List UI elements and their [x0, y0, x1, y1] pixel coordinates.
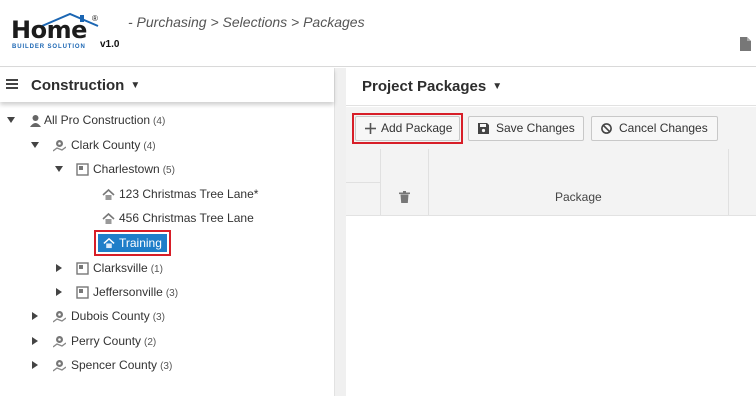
- collapsed-caret-icon[interactable]: [55, 288, 63, 296]
- tree-node-count: (4): [153, 116, 166, 127]
- tree-node-spencer-county[interactable]: Spencer County (3): [0, 355, 200, 375]
- document-icon[interactable]: [740, 37, 751, 51]
- add-package-button[interactable]: Add Package: [355, 116, 460, 141]
- tree-node-count: (3): [152, 312, 165, 323]
- map-pin-icon: [53, 311, 66, 323]
- collapsed-caret-icon[interactable]: [55, 264, 63, 272]
- house-icon: [103, 237, 115, 249]
- tree-node-count: (1): [150, 264, 163, 275]
- tree-node-training[interactable]: Training: [98, 234, 167, 252]
- save-icon: [478, 123, 489, 134]
- grid-header-package[interactable]: Package: [428, 149, 728, 215]
- add-package-label: Add Package: [381, 121, 453, 135]
- subdivision-icon: [76, 262, 89, 275]
- project-packages-title: Project Packages: [362, 78, 487, 95]
- packages-toolbar: Add Package Save Changes Cancel Changes: [346, 107, 756, 149]
- construction-panel: Construction ▼ All Pro Construction (4) Cl…: [0, 68, 334, 396]
- grid-header-extra: [728, 149, 756, 215]
- tree-node-label: 456 Christmas Tree Lane: [119, 211, 254, 225]
- tree-node-all-pro-construction[interactable]: All Pro Construction (4): [0, 110, 200, 130]
- tree-node-jeffersonville[interactable]: Jeffersonville (3): [0, 282, 200, 302]
- subdivision-icon: [76, 163, 89, 176]
- tree-node-clarksville[interactable]: Clarksville (1): [0, 258, 200, 278]
- cancel-changes-label: Cancel Changes: [619, 121, 708, 135]
- expanded-caret-icon[interactable]: [55, 165, 63, 173]
- map-pin-icon: [53, 140, 66, 152]
- collapsed-caret-icon[interactable]: [31, 361, 39, 369]
- tree-node-count: (2): [144, 337, 157, 348]
- home-builder-logo[interactable]: Home ® BUILDER SOLUTION v1.0: [10, 12, 122, 54]
- plus-icon: [365, 123, 376, 134]
- chevron-down-icon: ▼: [492, 81, 503, 92]
- panel-splitter[interactable]: [334, 68, 346, 396]
- logo-word: Home: [11, 16, 87, 44]
- tree-node-clark-county[interactable]: Clark County (4): [0, 135, 200, 155]
- packages-grid-header: Package: [346, 149, 756, 248]
- tree-node-label: 123 Christmas Tree Lane*: [119, 187, 259, 201]
- house-icon: [102, 188, 115, 200]
- tree-node-count: (4): [143, 141, 156, 152]
- chevron-down-icon: ▼: [130, 80, 141, 91]
- tree-node-123-christmas-tree-lane[interactable]: 123 Christmas Tree Lane*: [0, 184, 260, 204]
- tree-node-label: Perry County: [71, 334, 142, 348]
- collapsed-caret-icon[interactable]: [31, 312, 39, 320]
- project-packages-header: Project Packages ▼: [346, 68, 756, 106]
- cancel-icon: [601, 123, 612, 134]
- tree-node-count: (5): [162, 165, 175, 176]
- app-version: v1.0: [100, 39, 120, 50]
- cancel-changes-button[interactable]: Cancel Changes: [591, 116, 718, 141]
- grid-corner-cell: [346, 182, 380, 215]
- save-changes-button[interactable]: Save Changes: [468, 116, 584, 141]
- tree-node-label: Clark County: [71, 138, 141, 152]
- person-icon: [30, 115, 41, 127]
- map-pin-icon: [53, 360, 66, 372]
- app-header: Home ® BUILDER SOLUTION v1.0 - Purchasin…: [0, 0, 756, 67]
- tree-node-dubois-county[interactable]: Dubois County (3): [0, 306, 200, 326]
- tree-node-label: Jeffersonville: [93, 285, 163, 299]
- tree-node-label: Dubois County: [71, 309, 150, 323]
- tree-node-perry-county[interactable]: Perry County (2): [0, 331, 200, 351]
- map-pin-icon: [53, 336, 66, 348]
- grid-empty-row: [346, 215, 756, 248]
- subdivision-icon: [76, 286, 89, 299]
- tree-node-label: Training: [119, 236, 162, 250]
- highlight-box: Training: [94, 230, 171, 256]
- save-changes-label: Save Changes: [496, 121, 575, 135]
- tree-node-count: (3): [160, 361, 173, 372]
- tree-node-label: All Pro Construction: [44, 113, 151, 127]
- grid-header-delete: [380, 149, 428, 215]
- collapsed-caret-icon[interactable]: [31, 337, 39, 345]
- logo-registered: ®: [92, 14, 98, 23]
- house-icon: [102, 212, 115, 224]
- project-packages-dropdown[interactable]: Project Packages ▼: [362, 78, 502, 95]
- construction-panel-header: Construction ▼: [0, 68, 334, 102]
- tree-node-label: Charlestown: [93, 162, 160, 176]
- expanded-caret-icon[interactable]: [31, 141, 39, 149]
- construction-title: Construction: [31, 77, 125, 94]
- tree-node-label: Clarksville: [93, 261, 148, 275]
- tree-node-456-christmas-tree-lane[interactable]: 456 Christmas Tree Lane: [0, 208, 260, 228]
- trash-icon[interactable]: [399, 191, 410, 203]
- hamburger-menu-icon[interactable]: [6, 77, 19, 91]
- package-column-label: Package: [555, 190, 602, 204]
- breadcrumb: - Purchasing > Selections > Packages: [128, 14, 365, 30]
- tree-node-charlestown[interactable]: Charlestown (5): [0, 159, 200, 179]
- project-packages-panel: Project Packages ▼ Add Package Save Chang…: [346, 68, 756, 396]
- expanded-caret-icon[interactable]: [7, 116, 15, 124]
- tree-node-label: Spencer County: [71, 358, 158, 372]
- tree-node-count: (3): [165, 288, 179, 299]
- logo-subtitle: BUILDER SOLUTION: [12, 44, 86, 50]
- construction-dropdown[interactable]: Construction ▼: [31, 77, 140, 94]
